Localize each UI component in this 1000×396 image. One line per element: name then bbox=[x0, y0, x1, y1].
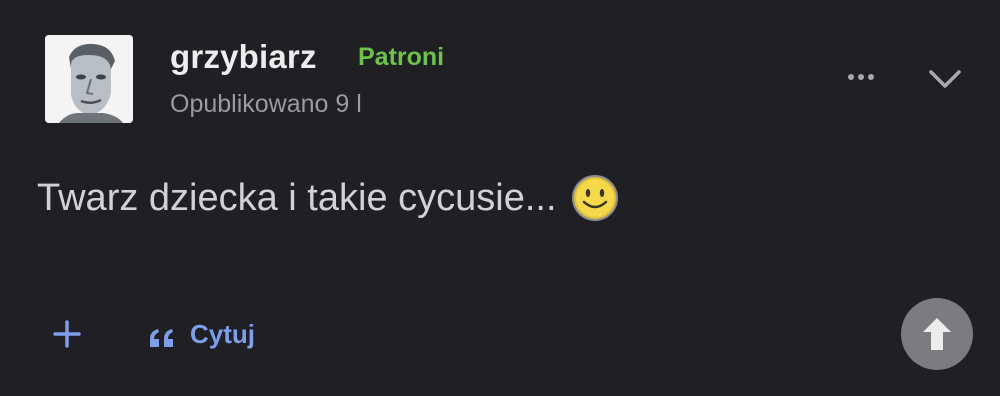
forum-post: grzybiarz Patroni Opublikowano 9 l Twarz… bbox=[0, 0, 1000, 396]
dot bbox=[858, 74, 864, 80]
quote-button[interactable]: Cytuj bbox=[148, 314, 255, 354]
smiley-icon bbox=[571, 174, 619, 222]
chevron-down-icon[interactable] bbox=[925, 62, 965, 96]
post-text: Twarz dziecka i takie cycusie... bbox=[37, 176, 557, 219]
quote-label: Cytuj bbox=[190, 318, 255, 349]
arrow-up-icon bbox=[923, 318, 951, 350]
ellipsis-icon[interactable] bbox=[843, 62, 879, 92]
add-button[interactable] bbox=[45, 312, 89, 356]
scroll-to-top-button[interactable] bbox=[901, 298, 973, 370]
author-group-badge: Patroni bbox=[358, 43, 445, 71]
published-timestamp[interactable]: Opublikowano 9 l bbox=[170, 90, 362, 119]
post-content: Twarz dziecka i takie cycusie... bbox=[37, 174, 619, 222]
author-username[interactable]: grzybiarz bbox=[170, 38, 317, 76]
dot bbox=[848, 74, 854, 80]
quote-icon bbox=[148, 321, 176, 355]
avatar[interactable] bbox=[45, 35, 133, 123]
dot bbox=[868, 74, 874, 80]
